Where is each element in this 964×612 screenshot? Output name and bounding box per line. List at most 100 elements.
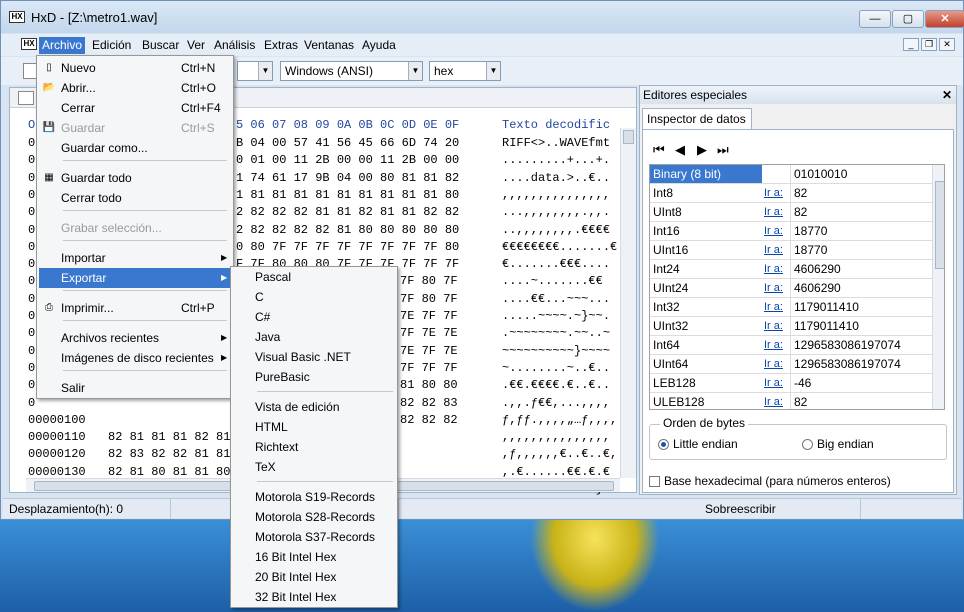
- inspector-value[interactable]: -46: [790, 374, 932, 392]
- inspector-value[interactable]: 4606290: [790, 279, 932, 297]
- encoding-select[interactable]: Windows (ANSI) ▼: [280, 61, 423, 81]
- archivo-item-2[interactable]: Cerrar Ctrl+F4: [39, 98, 231, 118]
- hex-bytes[interactable]: 82 82 83: [400, 396, 458, 410]
- hex-offset[interactable]: 0: [28, 378, 35, 392]
- hex-offset[interactable]: 0: [28, 240, 35, 254]
- menu-extras[interactable]: Extras: [261, 37, 301, 54]
- hex-text[interactable]: ....~.......€€: [502, 274, 603, 288]
- hex-bytes[interactable]: B 04 00 57 41 56 45 66 6D 74 20: [236, 136, 459, 150]
- hex-bytes[interactable]: 7F 7E 7E: [400, 326, 458, 340]
- hex-bytes[interactable]: 7F 7F 7F: [400, 361, 458, 375]
- hex-bytes[interactable]: 1 81 81 81 81 81 81 81 81 81 80: [236, 188, 459, 202]
- inspector-value[interactable]: 82: [790, 203, 932, 221]
- inspector-row[interactable]: Int16 Ir a: 18770: [650, 222, 932, 241]
- inspector-row[interactable]: UInt64 Ir a: 1296583086197074: [650, 355, 932, 374]
- inspector-row[interactable]: UInt24 Ir a: 4606290: [650, 279, 932, 298]
- archivo-item-4[interactable]: Guardar como...: [39, 138, 231, 158]
- exportar-item-6[interactable]: Vista de edición: [233, 397, 395, 417]
- hex-offset[interactable]: 0: [28, 136, 35, 150]
- mdi-restore-button[interactable]: ❐: [921, 38, 937, 51]
- exportar-item-2[interactable]: C#: [233, 307, 395, 327]
- inspector-row[interactable]: LEB128 Ir a: -46: [650, 374, 932, 393]
- archivo-item-10[interactable]: ⎙ Imprimir... Ctrl+P: [39, 298, 231, 318]
- goto-link[interactable]: Ir a:: [764, 336, 786, 354]
- minimize-button[interactable]: —: [859, 10, 891, 28]
- hex-text[interactable]: .~~~~~~~~.~~..~: [502, 326, 610, 340]
- hex-offset[interactable]: 0: [28, 309, 35, 323]
- goto-link[interactable]: Ir a:: [764, 374, 786, 392]
- hex-bytes[interactable]: 0 80 7F 7F 7F 7F 7F 7F 7F 7F 80: [236, 240, 459, 254]
- document-icon[interactable]: HX: [21, 38, 37, 50]
- hex-text[interactable]: .........+...+.: [502, 153, 610, 167]
- menu-archivo[interactable]: Archivo: [39, 37, 86, 54]
- hex-text[interactable]: ....€€...~~~...: [502, 292, 610, 306]
- title-bar[interactable]: HX HxD - [Z:\metro1.wav] — ▢ ✕: [1, 1, 964, 33]
- hex-offset[interactable]: 0: [28, 257, 35, 271]
- menu-ayuda[interactable]: Ayuda: [359, 37, 399, 54]
- inspector-value[interactable]: 18770: [790, 241, 932, 259]
- hex-text[interactable]: .,,.ƒ€€,...,,,,: [502, 396, 610, 410]
- archivo-item-13[interactable]: Salir: [39, 378, 231, 398]
- hex-bytes[interactable]: 2 82 82 82 82 81 80 80 80 80 80: [236, 223, 459, 237]
- archivo-item-6[interactable]: Cerrar todo: [39, 188, 231, 208]
- hex-offset[interactable]: 0: [28, 188, 35, 202]
- hex-text[interactable]: .€€.€€€€.€..€..: [502, 378, 610, 392]
- inspector-value[interactable]: 1296583086197074: [790, 336, 932, 354]
- inspector-value[interactable]: 1179011410: [790, 317, 932, 335]
- base-select[interactable]: hex ▼: [429, 61, 501, 81]
- hex-offset[interactable]: 0: [28, 361, 35, 375]
- archivo-item-12[interactable]: Imágenes de disco recientes ▶: [39, 348, 231, 368]
- bytes-per-row-select[interactable]: ▼: [237, 61, 273, 81]
- hex-offset[interactable]: 0: [28, 153, 35, 167]
- new-file-icon[interactable]: [23, 63, 37, 79]
- inspector-value[interactable]: 82: [790, 184, 932, 202]
- inspector-row[interactable]: Int24 Ir a: 4606290: [650, 260, 932, 279]
- maximize-button[interactable]: ▢: [892, 10, 924, 28]
- inspector-row[interactable]: Int32 Ir a: 1179011410: [650, 298, 932, 317]
- archivo-item-9[interactable]: Exportar ▶: [39, 268, 231, 288]
- hex-text[interactable]: €.......€€€....: [502, 257, 610, 271]
- archivo-item-7[interactable]: Grabar selección...: [39, 218, 231, 238]
- hex-text[interactable]: ,,,,,,,,,,,,,,,: [502, 188, 610, 202]
- hex-offset[interactable]: 0: [28, 223, 35, 237]
- hex-offset[interactable]: 0: [28, 292, 35, 306]
- hex-bytes[interactable]: 0 01 00 11 2B 00 00 11 2B 00 00: [236, 153, 459, 167]
- goto-link[interactable]: Ir a:: [764, 184, 786, 202]
- goto-link[interactable]: Ir a:: [764, 260, 786, 278]
- hex-bytes[interactable]: 1 74 61 17 9B 04 00 80 81 81 82: [236, 171, 459, 185]
- archivo-item-3[interactable]: 💾 Guardar Ctrl+S: [39, 118, 231, 138]
- hex-text[interactable]: .....~~~~.~}~~.: [502, 309, 610, 323]
- hex-bytes[interactable]: 82 82 82: [400, 413, 458, 427]
- menu-buscar[interactable]: Buscar: [139, 37, 182, 54]
- inspector-row[interactable]: Int8 Ir a: 82: [650, 184, 932, 203]
- hex-base-checkbox[interactable]: Base hexadecimal (para números enteros): [649, 474, 891, 488]
- exportar-item-15[interactable]: 32 Bit Intel Hex: [233, 587, 395, 607]
- file-tab-icon[interactable]: [18, 91, 34, 105]
- hex-text[interactable]: ....data.>..€..: [502, 171, 610, 185]
- hex-offset[interactable]: 0: [28, 171, 35, 185]
- inspector-row[interactable]: UInt8 Ir a: 82: [650, 203, 932, 222]
- archivo-item-0[interactable]: ▯ Nuevo Ctrl+N: [39, 58, 231, 78]
- exportar-item-13[interactable]: 16 Bit Intel Hex: [233, 547, 395, 567]
- mdi-close-button[interactable]: ✕: [939, 38, 955, 51]
- hex-offset[interactable]: 0: [28, 396, 35, 410]
- first-icon[interactable]: ⏮: [653, 142, 665, 158]
- inspector-row[interactable]: Int64 Ir a: 1296583086197074: [650, 336, 932, 355]
- goto-link[interactable]: Ir a:: [764, 222, 786, 240]
- hex-text[interactable]: ..,,,,,,,,.€€€€: [502, 223, 610, 237]
- goto-link[interactable]: Ir a:: [764, 279, 786, 297]
- menu-ver[interactable]: Ver: [184, 37, 208, 54]
- panel-close-icon[interactable]: ✕: [942, 86, 952, 104]
- inspector-value[interactable]: 4606290: [790, 260, 932, 278]
- hex-text[interactable]: ~~~~~~~~~~}~~~~: [502, 344, 610, 358]
- hex-text[interactable]: ,ƒ,,,,,,€..€..€,: [502, 447, 617, 461]
- hex-bytes[interactable]: 7E 7F 7E: [400, 344, 458, 358]
- close-button[interactable]: ✕: [925, 10, 964, 28]
- exportar-item-14[interactable]: 20 Bit Intel Hex: [233, 567, 395, 587]
- goto-link[interactable]: Ir a:: [764, 317, 786, 335]
- menu-analisis[interactable]: Análisis: [211, 37, 258, 54]
- hex-text[interactable]: ƒ,ƒƒ.,,,,„…ƒ,,,,: [502, 413, 617, 427]
- exportar-item-12[interactable]: Motorola S37-Records: [233, 527, 395, 547]
- archivo-item-11[interactable]: Archivos recientes ▶: [39, 328, 231, 348]
- scroll-thumb[interactable]: [935, 181, 944, 269]
